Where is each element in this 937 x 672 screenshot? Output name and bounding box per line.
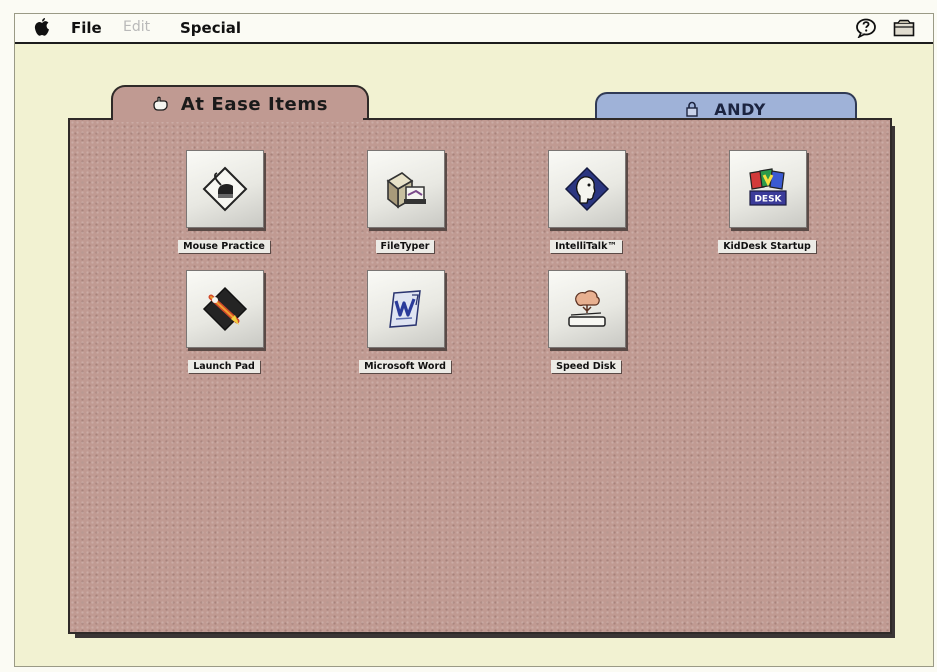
microsoft-word-button[interactable]: [367, 270, 445, 348]
tab-join: [113, 116, 363, 122]
help-balloon-icon[interactable]: [855, 18, 877, 38]
intellitalk-icon: [564, 166, 610, 212]
item-filetyper: FileTyper: [335, 150, 475, 258]
intellitalk-button[interactable]: [548, 150, 626, 228]
item-label: Speed Disk: [551, 360, 621, 373]
screen: File Edit Special ANDY At Ease Items Mou…: [14, 13, 934, 667]
kiddesk-icon: DESK: [749, 168, 787, 206]
apple-menu-icon[interactable]: [33, 17, 51, 37]
launch-pad-icon: [202, 286, 248, 332]
padlock-icon: [686, 101, 698, 117]
item-speed-disk: Speed Disk: [516, 270, 656, 378]
item-label: Launch Pad: [188, 360, 260, 373]
filetyper-icon: [386, 172, 426, 209]
item-mouse-practice: Mouse Practice: [154, 150, 294, 258]
item-label: Microsoft Word: [359, 360, 451, 373]
item-label: KidDesk Startup: [718, 240, 816, 253]
microsoft-word-icon: [389, 290, 421, 328]
item-label: Mouse Practice: [178, 240, 270, 253]
application-menu-icon[interactable]: [893, 19, 915, 37]
menu-file[interactable]: File: [71, 19, 102, 37]
filetyper-button[interactable]: [367, 150, 445, 228]
tab-items-label: At Ease Items: [180, 94, 329, 115]
at-ease-items-panel: Mouse Practice FileTyper IntelliTalk™ DE…: [68, 118, 892, 634]
speed-disk-icon: [568, 290, 606, 327]
item-label: IntelliTalk™: [550, 240, 622, 253]
mouse-practice-icon: [202, 166, 248, 212]
menu-edit[interactable]: Edit: [123, 19, 150, 35]
menu-bar: File Edit Special: [15, 14, 933, 44]
item-kiddesk-startup: DESK KidDesk Startup: [697, 150, 837, 258]
kiddesk-button[interactable]: DESK: [729, 150, 807, 228]
item-label: FileTyper: [375, 240, 435, 253]
item-launch-pad: Launch Pad: [154, 270, 294, 378]
menu-special[interactable]: Special: [180, 19, 241, 37]
hand-pointer-icon: [153, 96, 168, 111]
item-microsoft-word: Microsoft Word: [335, 270, 475, 378]
speed-disk-button[interactable]: [548, 270, 626, 348]
item-intellitalk: IntelliTalk™: [516, 150, 656, 258]
mouse-practice-button[interactable]: [186, 150, 264, 228]
launch-pad-button[interactable]: [186, 270, 264, 348]
tab-user-label: ANDY: [714, 100, 766, 119]
kiddesk-badge-text: DESK: [754, 195, 782, 205]
